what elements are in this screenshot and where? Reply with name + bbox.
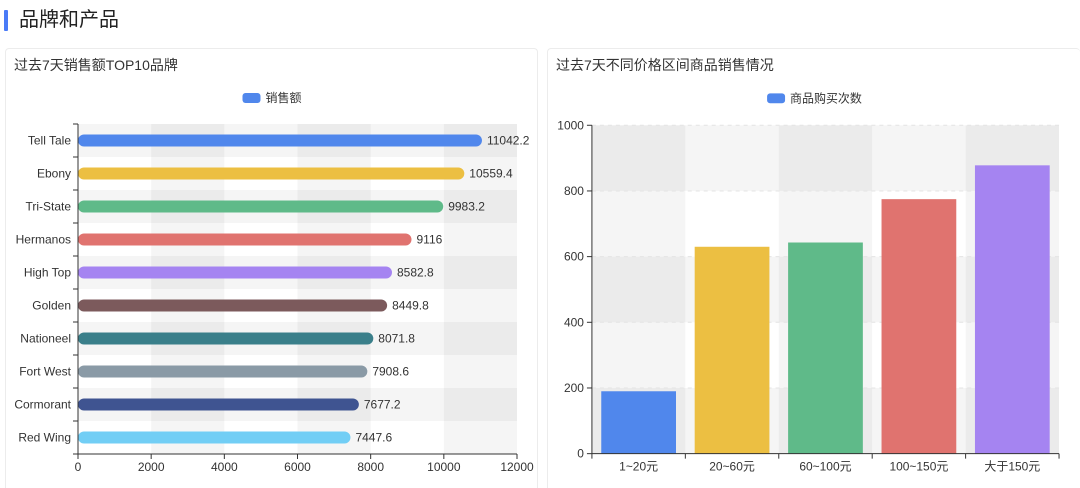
brand-data-label-3: 9983.2 [448, 200, 485, 214]
price-legend-item[interactable]: 商品购买次数 [767, 90, 862, 105]
brand-category-label-3: Tri-State [25, 200, 71, 214]
brand-x-tick-label-6: 10000 [427, 460, 461, 474]
brand-category-label-9: Cormorant [14, 398, 71, 412]
price-category-label-1: 1~20元 [619, 460, 658, 474]
brand-legend-label: 销售额 [265, 90, 301, 105]
brand-data-label-10: 7447.6 [355, 431, 392, 445]
brand-legend-item[interactable]: 销售额 [242, 90, 302, 105]
section-title: 品牌和产品 [19, 9, 119, 31]
brand-category-label-1: Tell Tale [28, 134, 71, 148]
brand-bar-5[interactable] [78, 266, 392, 279]
brand-x-tick-label-1: 0 [75, 460, 82, 474]
brand-data-label-8: 7908.6 [372, 365, 409, 379]
section-accent-bar [4, 10, 8, 31]
price-bar-2[interactable] [694, 246, 770, 454]
brand-data-label-2: 10559.4 [469, 167, 513, 181]
brand-x-tick-label-2: 2000 [138, 460, 165, 474]
price-bar-5[interactable] [974, 165, 1050, 454]
brand-category-label-7: Nationeel [20, 332, 71, 346]
brand-x-tick-label-3: 4000 [211, 460, 238, 474]
brand-data-label-4: 9116 [416, 233, 442, 247]
brand-bar-3[interactable] [78, 200, 444, 213]
price-y-tick-label-2: 200 [564, 381, 584, 395]
price-y-tick-label-1: 0 [577, 447, 584, 461]
brand-sales-card: 过去7天销售额TOP10品牌 Tell Tale 11042.2 Ebony 1055… [5, 48, 538, 488]
price-category-label-2: 20~60元 [709, 460, 755, 474]
brand-bar-6[interactable] [78, 299, 388, 312]
brand-bar-9[interactable] [78, 398, 359, 411]
brand-bar-4[interactable] [78, 233, 412, 246]
brand-data-label-9: 7677.2 [364, 398, 401, 412]
price-y-tick-label-6: 1000 [557, 118, 584, 132]
price-y-tick-label-5: 800 [564, 184, 584, 198]
price-bar-1[interactable] [601, 391, 676, 454]
price-bar-4[interactable] [881, 199, 957, 454]
brand-bar-10[interactable] [78, 431, 351, 444]
brand-data-label-1: 11042.2 [487, 134, 530, 148]
brand-data-label-6: 8449.8 [392, 299, 429, 313]
brand-category-label-2: Ebony [37, 167, 71, 181]
price-range-card: 过去7天不同价格区间商品销售情况 1~20元 20~60元 60~100元 100~1… [547, 48, 1080, 488]
price-range-chart: 1~20元 20~60元 60~100元 100~150元 大于150元 0 200 400 6… [557, 90, 1060, 474]
price-category-label-3: 60~100元 [799, 460, 851, 474]
brand-category-label-8: Fort West [19, 365, 71, 379]
brand-bar-8[interactable] [78, 365, 368, 378]
price-bar-3[interactable] [788, 242, 863, 454]
price-legend-swatch [767, 93, 786, 104]
brand-data-label-7: 8071.8 [378, 332, 415, 346]
brand-category-label-4: Hermanos [16, 233, 71, 247]
brand-bar-7[interactable] [78, 332, 374, 345]
brand-x-tick-label-5: 8000 [357, 460, 384, 474]
brand-category-label-5: High Top [24, 266, 71, 280]
price-category-label-5: 大于150元 [984, 460, 1040, 474]
brand-bar-2[interactable] [78, 167, 465, 180]
brand-data-label-5: 8582.8 [397, 266, 434, 280]
price-y-tick-label-4: 600 [564, 250, 584, 264]
brand-x-tick-label-4: 6000 [284, 460, 311, 474]
brand-sales-chart: Tell Tale 11042.2 Ebony 10559.4 Tri-State 998… [14, 90, 534, 474]
price-legend-label: 商品购买次数 [790, 90, 862, 105]
price-y-tick-label-3: 400 [564, 315, 584, 329]
brand-legend-swatch [242, 93, 261, 103]
brand-category-label-10: Red Wing [18, 431, 71, 445]
brand-category-label-6: Golden [32, 299, 71, 313]
brand-bar-1[interactable] [78, 134, 482, 147]
brand-x-tick-label-7: 12000 [500, 460, 534, 474]
price-category-label-4: 100~150元 [889, 460, 948, 474]
